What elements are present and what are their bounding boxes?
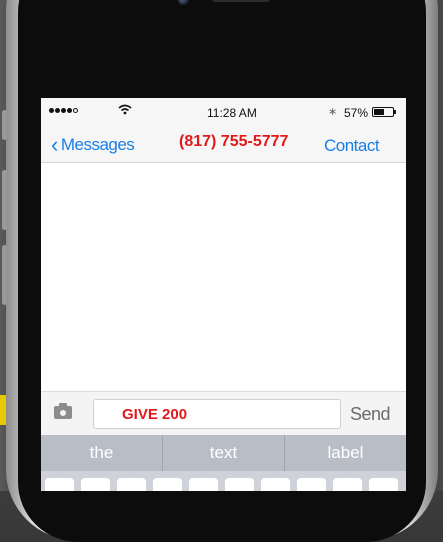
phone-screen: 11:28 AM ∗ 57% ‹ Messages (817) 755-5777… — [41, 98, 406, 491]
contact-button[interactable]: Contact — [324, 136, 380, 156]
keyboard-key[interactable] — [333, 478, 362, 491]
volume-button-2 — [2, 245, 7, 305]
predictive-text-bar: the text label — [41, 435, 406, 471]
battery-percent: 57% — [344, 106, 369, 120]
chevron-left-icon: ‹ — [51, 132, 58, 157]
bluetooth-icon: ∗ — [328, 106, 338, 118]
message-input[interactable]: GIVE 200 — [93, 399, 341, 429]
navigation-bar: ‹ Messages (817) 755-5777 Contact — [41, 126, 406, 163]
message-composer: GIVE 200 Send — [41, 391, 406, 436]
back-button-label: Messages — [60, 135, 135, 154]
keyboard-key[interactable] — [81, 478, 110, 491]
status-time: 11:28 AM — [207, 106, 257, 120]
volume-button — [2, 170, 7, 230]
keyboard-key[interactable] — [153, 478, 182, 491]
suggestion-item[interactable]: the — [41, 435, 163, 471]
keyboard-key[interactable] — [225, 478, 254, 491]
suggestion-item[interactable]: text — [163, 435, 285, 471]
back-button[interactable]: ‹ Messages — [51, 132, 135, 157]
battery-icon — [372, 107, 396, 117]
mute-switch — [2, 110, 7, 140]
wifi-icon — [118, 104, 132, 118]
signal-strength-icon — [49, 108, 78, 113]
keyboard-key[interactable] — [45, 478, 74, 491]
message-thread — [41, 163, 406, 391]
camera-icon[interactable] — [54, 403, 72, 419]
keyboard-key[interactable] — [369, 478, 398, 491]
keyboard — [41, 471, 406, 491]
send-button[interactable]: Send — [350, 404, 391, 425]
keyboard-key[interactable] — [117, 478, 146, 491]
suggestion-item[interactable]: label — [285, 435, 406, 471]
keyboard-key[interactable] — [261, 478, 290, 491]
conversation-title: (817) 755-5777 — [179, 133, 289, 150]
keyboard-key[interactable] — [189, 478, 218, 491]
status-bar: 11:28 AM ∗ 57% — [41, 98, 406, 126]
keyboard-key[interactable] — [297, 478, 326, 491]
earpiece-speaker — [212, 0, 270, 2]
front-camera-icon — [178, 0, 189, 5]
message-input-value: GIVE 200 — [122, 406, 188, 423]
